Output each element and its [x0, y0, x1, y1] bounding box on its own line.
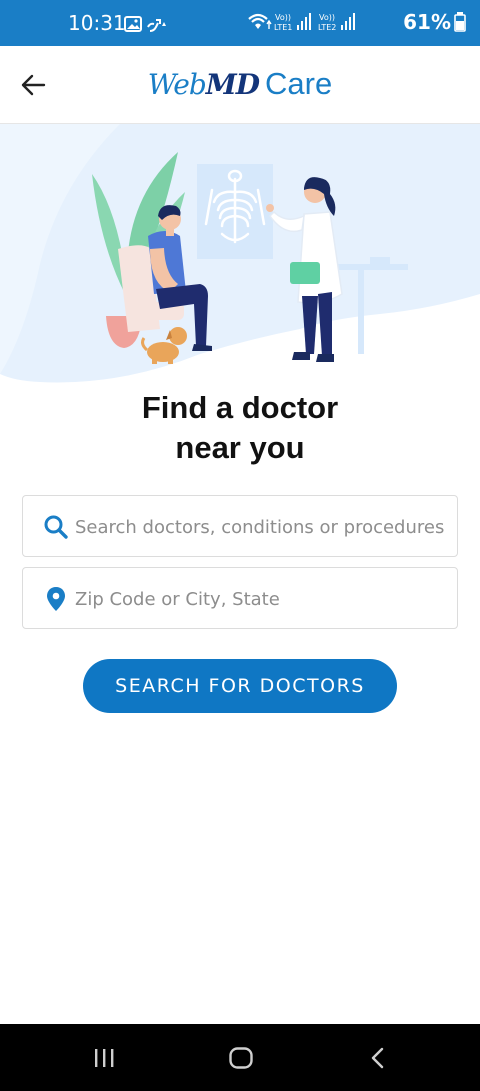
page-title-line2: near you — [175, 430, 305, 465]
svg-text:Vo)): Vo)) — [275, 13, 291, 22]
page-title-line1: Find a doctor — [141, 390, 339, 425]
recents-icon — [95, 1049, 114, 1067]
doctor-illustration — [0, 124, 480, 389]
notification-icons — [124, 16, 168, 38]
page-title: Find a doctor near you — [0, 388, 480, 468]
logo-care-text: Care — [265, 66, 333, 101]
search-field[interactable] — [22, 495, 458, 557]
svg-text:Vo)): Vo)) — [319, 13, 335, 22]
home-icon — [229, 1047, 253, 1069]
image-icon — [124, 16, 142, 32]
status-time: 10:31 — [68, 11, 126, 35]
nav-back-icon — [371, 1047, 384, 1069]
data-transfer-icon — [147, 19, 166, 32]
battery-icon — [454, 12, 466, 32]
xray-panel — [197, 164, 273, 259]
home-button[interactable] — [221, 1042, 261, 1074]
status-bar: 10:31 Vo)) LTE1 Vo)) LTE2 61% — [0, 0, 480, 46]
app-screen: 10:31 Vo)) LTE1 Vo)) LTE2 61% WebMD Care… — [0, 0, 480, 1091]
svg-text:LTE1: LTE1 — [274, 23, 292, 32]
signal-icon: Vo)) LTE1 Vo)) LTE2 — [248, 13, 356, 32]
recents-button[interactable] — [84, 1042, 124, 1074]
status-indicators: Vo)) LTE1 Vo)) LTE2 61% — [247, 10, 466, 34]
logo-md-text: MD — [205, 68, 260, 101]
logo-web-text: Web — [147, 68, 207, 101]
wifi-icon — [248, 13, 272, 29]
system-nav-bar — [0, 1024, 480, 1091]
location-field[interactable] — [22, 567, 458, 629]
search-input[interactable] — [75, 508, 451, 546]
webmd-care-logo: WebMD Care — [0, 66, 480, 102]
location-input[interactable] — [75, 580, 451, 618]
search-icon — [44, 515, 68, 539]
app-bar: WebMD Care — [0, 46, 480, 124]
nav-back-button[interactable] — [358, 1042, 398, 1074]
location-pin-icon — [47, 587, 65, 611]
svg-text:LTE2: LTE2 — [318, 23, 336, 32]
search-for-doctors-button[interactable]: SEARCH FOR DOCTORS — [83, 659, 397, 713]
battery-percentage: 61% — [403, 10, 451, 34]
